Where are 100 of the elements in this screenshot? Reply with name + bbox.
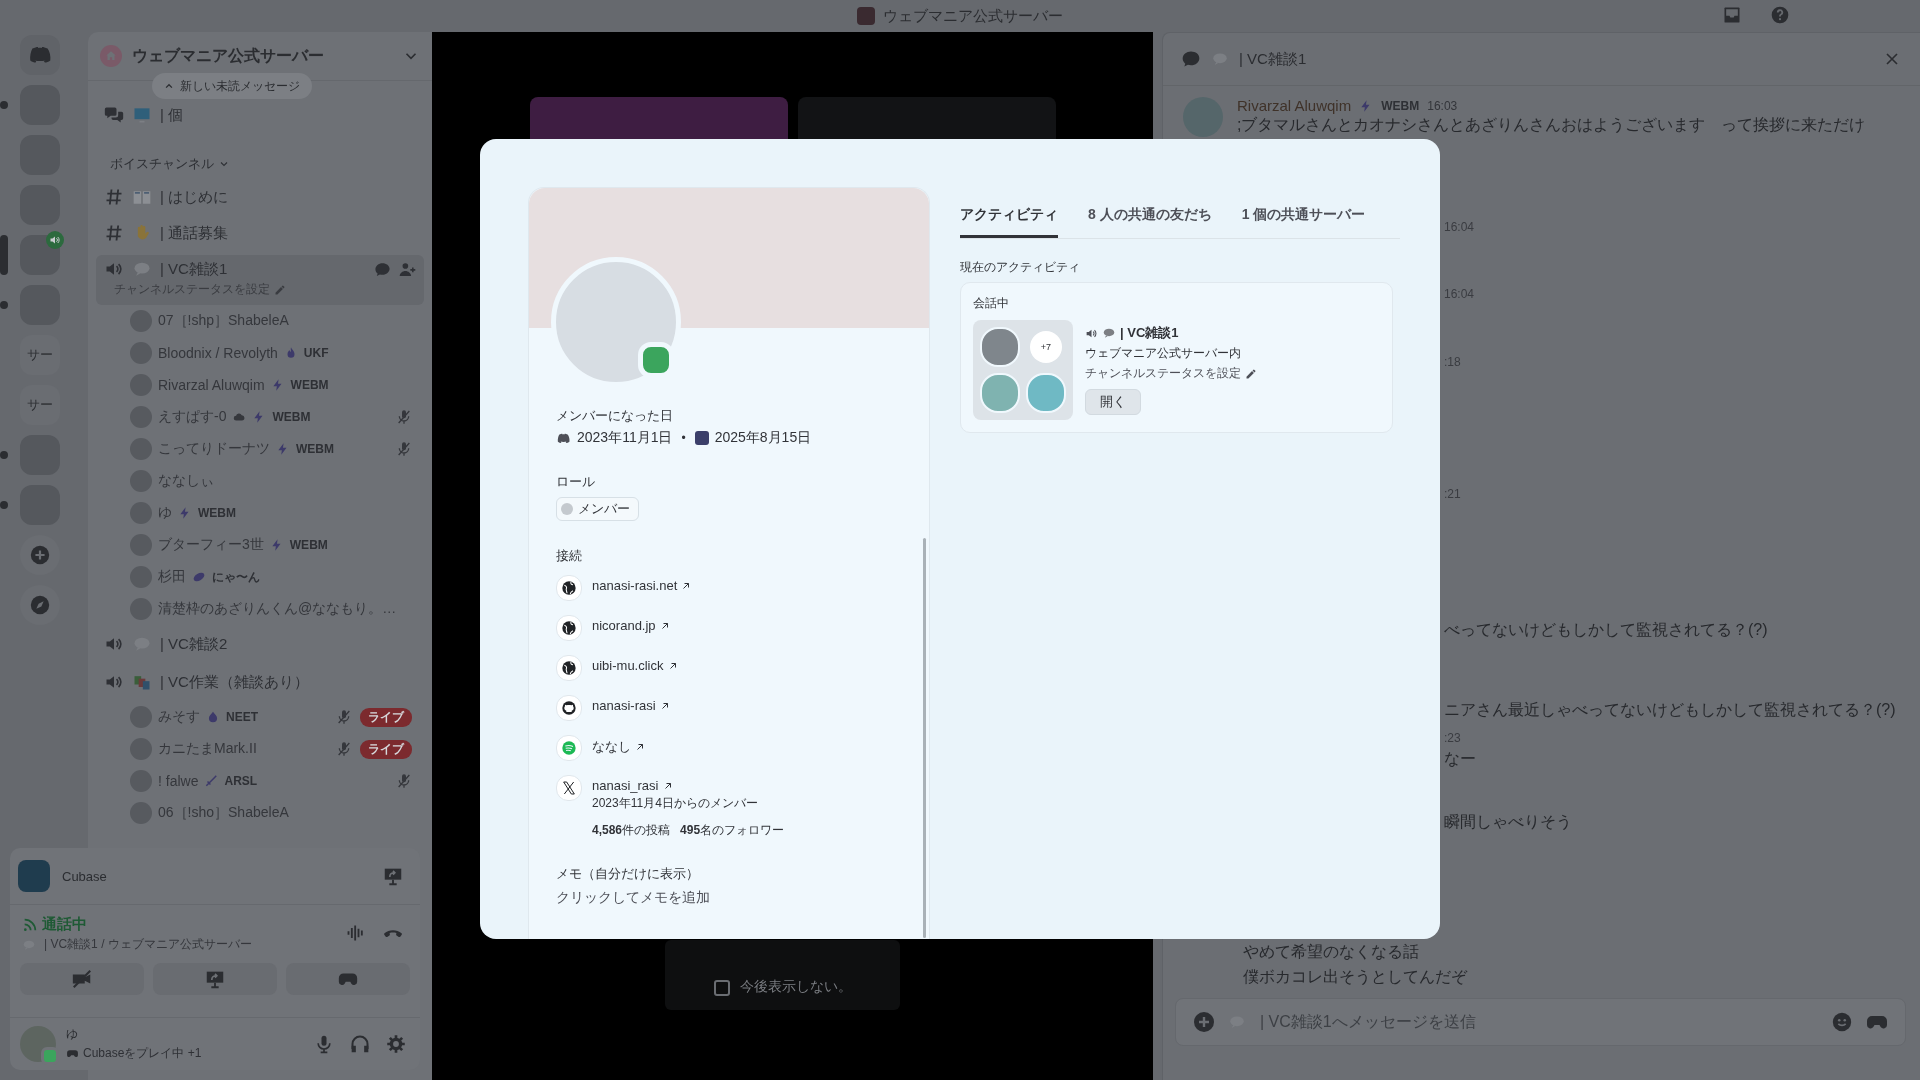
stream-tile[interactable] <box>530 97 788 139</box>
channel-item[interactable]: | 個 <box>96 97 424 133</box>
checkbox-label[interactable]: 今後表示しない。 <box>739 978 852 996</box>
tab[interactable]: 1 個の共通サーバー <box>1241 200 1366 238</box>
member-name[interactable]: ゆ <box>158 504 172 522</box>
guild-tag: にゃ〜ん <box>212 568 260 586</box>
guild-tag: NEET <box>226 710 258 724</box>
member-name[interactable]: えすぱす-0 <box>158 408 227 426</box>
member-name[interactable]: Bloodnix / Revolyth <box>158 345 278 361</box>
gamepad-icon <box>66 1047 79 1060</box>
user-name: ゆ <box>66 1026 79 1043</box>
signal-icon <box>22 916 38 933</box>
connection-link[interactable]: nanasi-rasi.net <box>592 578 693 593</box>
member-name[interactable]: カニたまMark.II <box>158 740 257 758</box>
connection-stat: 4,586件の投稿 <box>592 822 671 839</box>
channel-item[interactable]: | はじめに <box>96 179 424 215</box>
activity-label: 会話中 <box>973 296 1009 310</box>
drop-icon <box>206 710 220 724</box>
server-icon[interactable] <box>20 235 60 275</box>
member-name[interactable]: ななしぃ <box>158 472 214 490</box>
member-name[interactable]: 07［!shp］ShabeleA <box>158 312 289 330</box>
user-avatar <box>980 327 1020 367</box>
unread-messages-toast[interactable]: 新しい未読メッセージ <box>152 73 312 99</box>
connection-link[interactable]: nanasi-rasi <box>592 698 671 713</box>
screen-share-button[interactable] <box>153 963 277 995</box>
guild-tag: WEBM <box>1381 98 1420 113</box>
connection-link[interactable]: nicorand.jp <box>592 618 671 633</box>
inbox-icon[interactable] <box>1722 5 1742 25</box>
channel-name: | 個 <box>160 105 184 125</box>
scrollbar[interactable] <box>923 538 926 938</box>
user-avatar <box>980 373 1020 413</box>
connection-link[interactable]: ななし <box>592 738 646 756</box>
sword-icon <box>204 774 219 788</box>
waveform-icon[interactable] <box>346 923 366 943</box>
section-label: メモ（自分だけに表示） <box>556 865 700 883</box>
globe-icon <box>556 575 582 601</box>
member-name[interactable]: みそす <box>158 708 200 726</box>
pencil-icon <box>1245 367 1257 380</box>
help-icon[interactable] <box>1770 5 1790 25</box>
note-field[interactable]: クリックしてメモを追加 <box>556 889 856 905</box>
connection-link[interactable]: nanasi_rasi <box>592 778 785 793</box>
member-name[interactable]: ! falwe <box>158 773 199 789</box>
message-author[interactable]: Rivarzal Aluwqim <box>1237 97 1352 114</box>
smiley-icon[interactable] <box>1831 1011 1853 1033</box>
headphones-icon[interactable] <box>350 1034 370 1054</box>
add-person-icon <box>399 260 416 278</box>
discover-button[interactable] <box>20 585 60 625</box>
settings-icon[interactable] <box>386 1034 406 1054</box>
guild-tag: UKF <box>303 346 329 360</box>
app-name: Cubase <box>62 868 108 884</box>
guild-tag: WEBM <box>289 538 328 552</box>
member-name[interactable]: 杉田 <box>158 568 186 586</box>
channel-name: | VC雑談1 <box>1120 324 1179 342</box>
leaf-icon <box>192 570 206 584</box>
microphone-icon[interactable] <box>314 1034 334 1054</box>
channel-name: | VC雑談2 <box>160 634 228 654</box>
server-name[interactable]: ウェブマニア公式サーバー <box>132 45 392 67</box>
speech-bubble-icon <box>374 260 391 278</box>
speech-bubble-icon <box>1102 326 1116 340</box>
message-text: 僕ボカコレ出そうとしてんだぞ <box>1243 968 1467 985</box>
globe-icon <box>556 615 582 641</box>
plus-icon[interactable] <box>1192 1010 1216 1034</box>
live-badge: ライブ <box>360 739 412 759</box>
house-icon <box>100 45 122 67</box>
message-text: べってないけどもしかして監視されてる？(?) <box>1444 621 1768 638</box>
hash-icon <box>104 187 124 207</box>
chevron-up-icon <box>164 81 174 91</box>
category-label[interactable]: ボイスチャンネル <box>110 155 214 173</box>
server-name: ウェブマニア公式サーバー内 <box>1085 345 1242 362</box>
add-server-button[interactable] <box>20 535 60 575</box>
channel-item[interactable]: | VC作業（雑談あり） <box>96 663 424 701</box>
user-avatar <box>1026 373 1066 413</box>
channel-item[interactable]: | VC雑談2 <box>96 625 424 663</box>
member-name[interactable]: 06［!sho］ShabeleA <box>158 804 289 822</box>
activity-button[interactable] <box>286 963 410 995</box>
plus-icon <box>29 544 51 566</box>
camera-off-icon <box>71 968 93 990</box>
role-tag[interactable]: メンバー <box>556 497 639 521</box>
connection-link[interactable]: uibi-mu.click <box>592 658 679 673</box>
chat-bubbles-icon <box>104 105 124 125</box>
section-label: 接続 <box>556 547 583 565</box>
channel-item[interactable]: | 通話募集 <box>96 215 424 251</box>
tab[interactable]: 8 人の共通の友だち <box>1088 200 1212 238</box>
checkbox[interactable] <box>713 980 730 996</box>
window-title: ウェブマニア公式サーバー <box>883 6 1063 26</box>
member-name[interactable]: Rivarzal Aluwqim <box>158 377 265 393</box>
tab[interactable]: アクティビティ <box>960 200 1058 238</box>
guild-tag: ARSL <box>224 774 258 788</box>
open-button[interactable]: 開く <box>1085 389 1141 415</box>
live-badge: ライブ <box>360 707 412 727</box>
voice-status: 通話中 <box>42 915 87 934</box>
join-date: 2023年11月1日 <box>577 429 673 447</box>
message-text: なー <box>1444 750 1476 767</box>
stream-tile[interactable] <box>798 97 1056 139</box>
camera-button[interactable] <box>20 963 144 995</box>
connection-detail: 2023年11月4日からのメンバー <box>592 795 759 812</box>
channel-name: | はじめに <box>160 187 229 207</box>
x-mark-icon <box>556 775 582 801</box>
user-avatar[interactable] <box>20 1026 56 1062</box>
logo-icon[interactable] <box>20 35 60 75</box>
